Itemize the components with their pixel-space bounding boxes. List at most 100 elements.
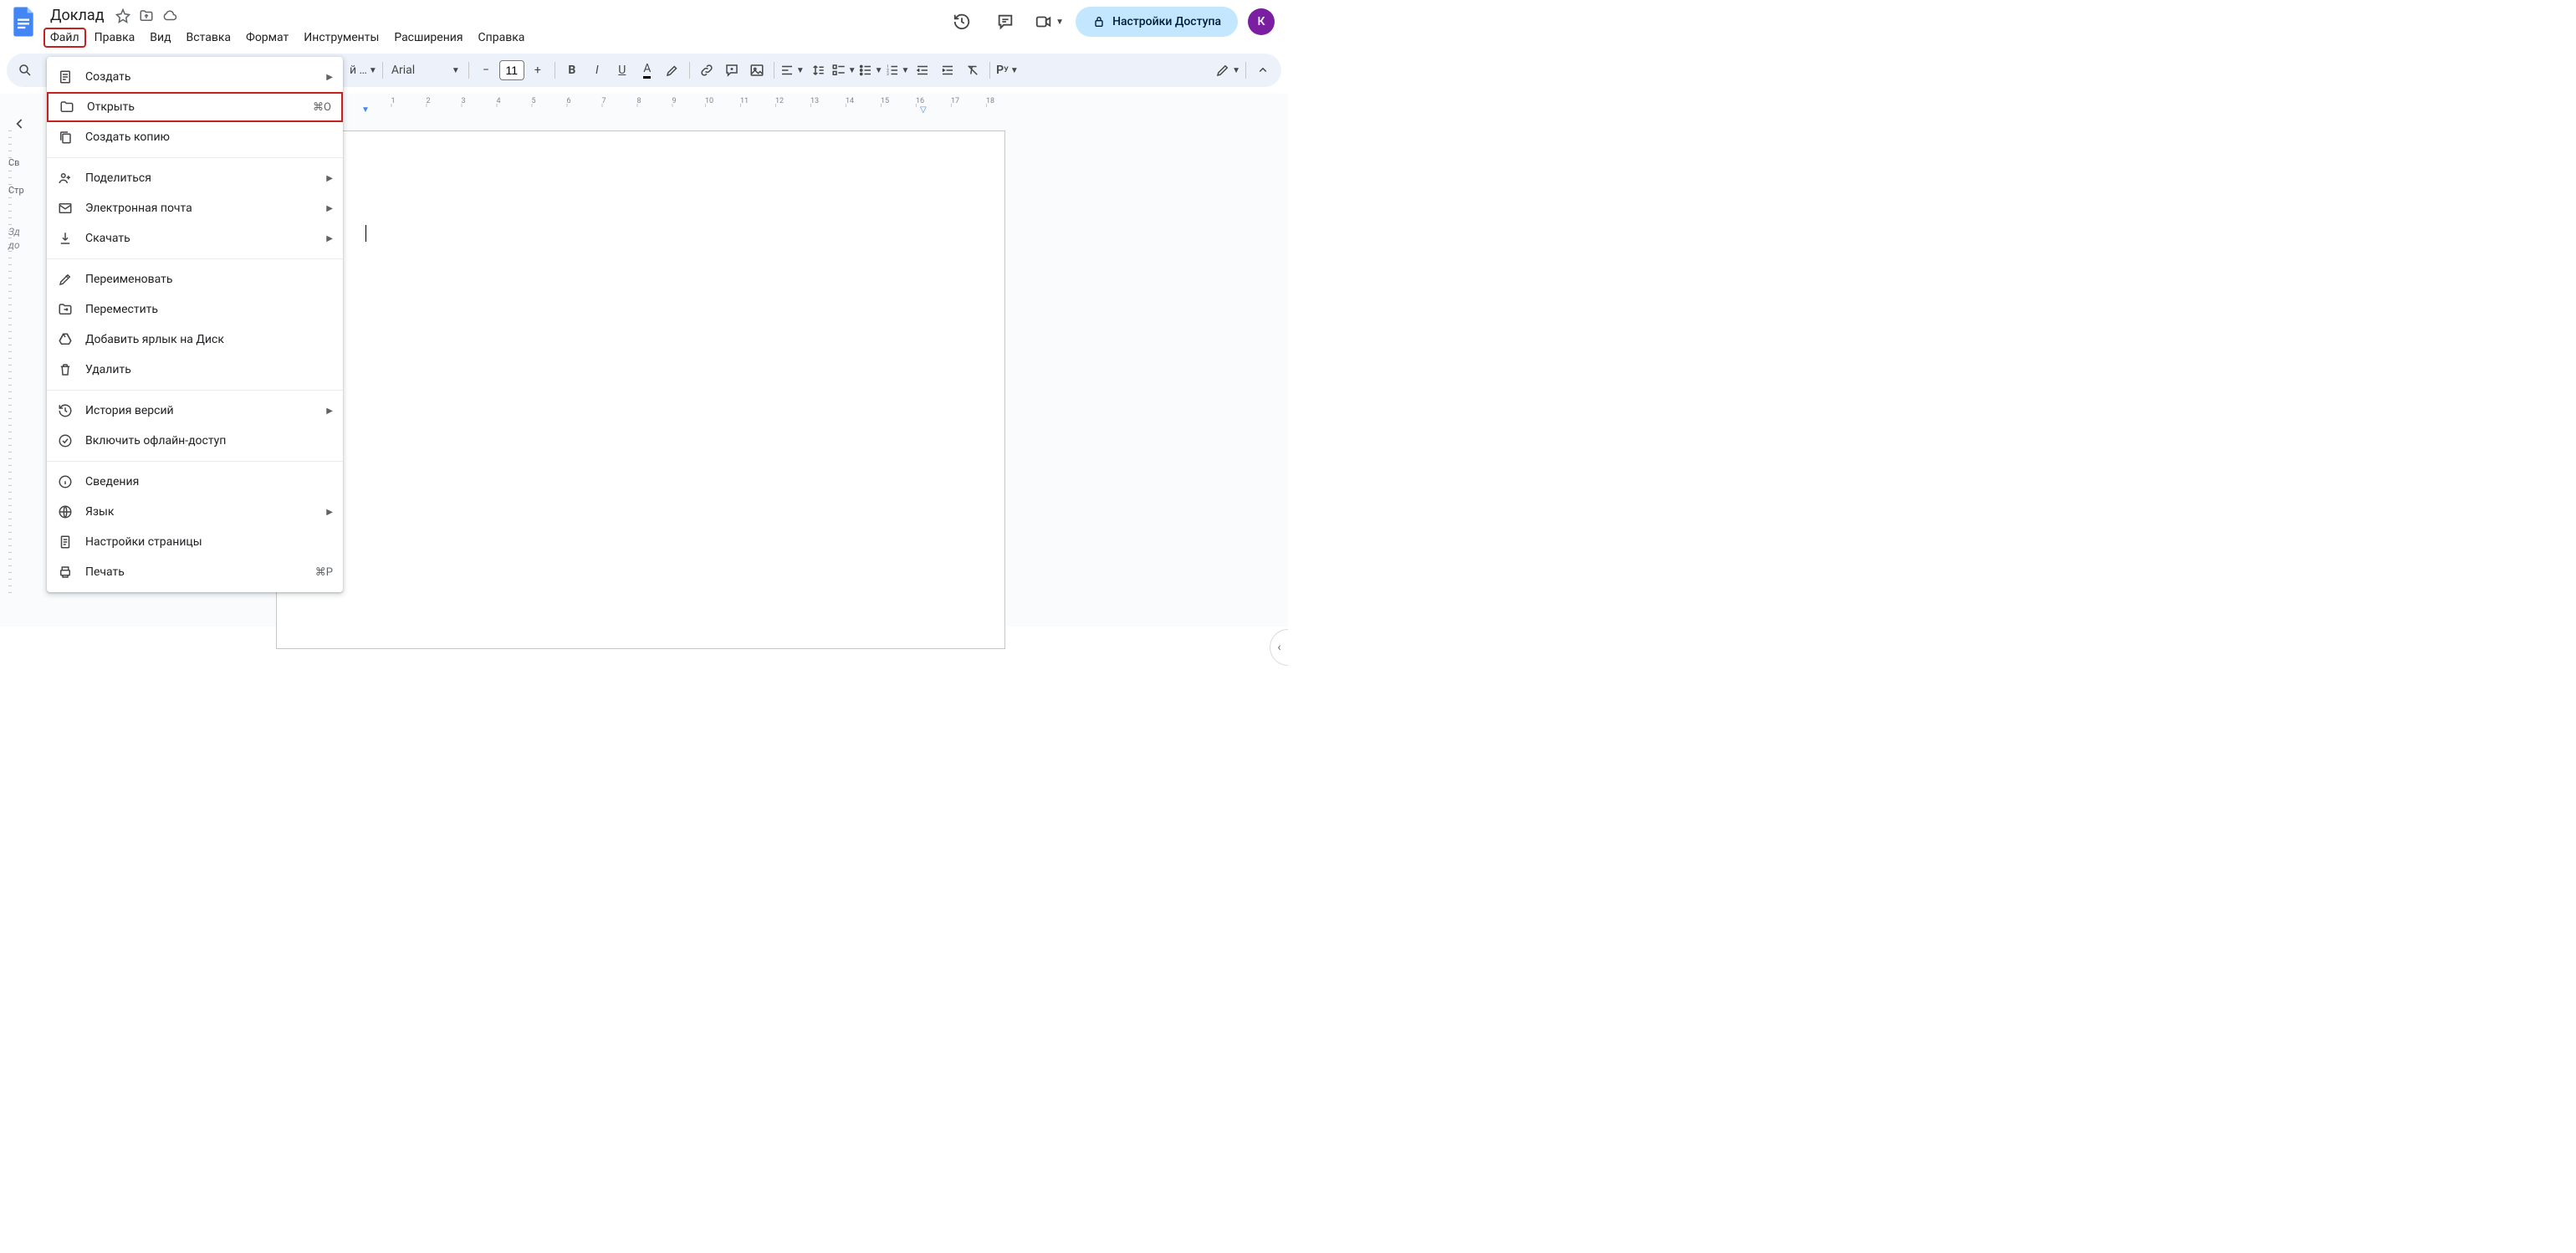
move-folder-icon[interactable]: [138, 8, 155, 24]
side-panel-toggle[interactable]: ‹: [1270, 629, 1288, 666]
menu-item-настройки-страницы[interactable]: Настройки страницы: [47, 527, 343, 557]
outline-label-2: Стр: [3, 185, 43, 196]
ruler-tick: 3: [461, 97, 465, 105]
page-icon: [57, 534, 74, 550]
menu-item-label: Открыть: [87, 100, 301, 114]
drive-icon: [57, 331, 74, 348]
menu-item-история-версий[interactable]: История версий ▶: [47, 396, 343, 426]
menu-item-сведения[interactable]: Сведения: [47, 467, 343, 497]
input-tools-button[interactable]: РУ▼: [995, 59, 1019, 82]
menu-item-создать[interactable]: Создать▶: [47, 62, 343, 92]
document-page[interactable]: [276, 130, 1005, 649]
checklist-button[interactable]: ▼: [831, 59, 856, 82]
folder-icon: [59, 99, 75, 115]
meet-icon[interactable]: ▼: [1032, 5, 1066, 38]
margin-left-indicator[interactable]: ▼: [361, 105, 370, 115]
menu-формат[interactable]: Формат: [239, 28, 295, 48]
menu-item-электронная-почта[interactable]: Электронная почта ▶: [47, 193, 343, 223]
menu-item-label: Включить офлайн-доступ: [85, 434, 333, 448]
comments-icon[interactable]: [989, 5, 1022, 38]
menu-item-переместить[interactable]: Переместить: [47, 294, 343, 325]
menu-bar: ФайлПравкаВидВставкаФорматИнструментыРас…: [43, 26, 945, 48]
outline-back-icon[interactable]: [3, 107, 37, 141]
text-cursor: [365, 225, 366, 242]
history-icon: [57, 402, 74, 419]
ruler-tick: 12: [775, 97, 784, 105]
menu-инструменты[interactable]: Инструменты: [297, 28, 386, 48]
number-list-button[interactable]: 123▼: [885, 59, 910, 82]
ruler-tick: 7: [601, 97, 606, 105]
image-button[interactable]: [745, 59, 769, 82]
menu-вид[interactable]: Вид: [143, 28, 177, 48]
ruler-tick: 11: [740, 97, 749, 105]
fontsize-decrease[interactable]: −: [474, 59, 498, 82]
outline-hint-1: Зд: [3, 226, 43, 238]
menu-вставка[interactable]: Вставка: [180, 28, 238, 48]
ruler-tick: 18: [986, 97, 994, 105]
fontsize-input[interactable]: [499, 60, 524, 80]
bold-button[interactable]: B: [560, 59, 584, 82]
fontsize-increase[interactable]: +: [526, 59, 549, 82]
chevron-right-icon: ▶: [326, 174, 333, 183]
docs-logo[interactable]: [7, 5, 40, 38]
highlight-button[interactable]: [661, 59, 684, 82]
editing-mode-button[interactable]: ▼: [1215, 59, 1240, 82]
line-spacing-button[interactable]: [806, 59, 830, 82]
styles-dropdown[interactable]: й …▼: [350, 59, 377, 82]
font-dropdown[interactable]: Arial▼: [388, 59, 463, 82]
outline-panel: Св Стр Зд до: [0, 100, 47, 602]
ruler-tick: 5: [531, 97, 535, 105]
ruler-tick: 9: [672, 97, 676, 105]
menu-item-включить-офлайн-доступ[interactable]: Включить офлайн-доступ: [47, 426, 343, 456]
print-icon: [57, 564, 74, 580]
chevron-right-icon: ▶: [326, 204, 333, 213]
search-icon[interactable]: [13, 59, 37, 82]
ruler-tick: 10: [705, 97, 713, 105]
link-button[interactable]: [695, 59, 718, 82]
menu-item-печать[interactable]: Печать⌘P: [47, 557, 343, 587]
menu-item-открыть[interactable]: Открыть⌘O: [47, 92, 343, 122]
separator: [1245, 62, 1246, 79]
align-button[interactable]: ▼: [779, 59, 805, 82]
ruler-tick: 16: [916, 97, 924, 105]
trash-icon: [57, 361, 74, 378]
italic-button[interactable]: I: [585, 59, 609, 82]
menu-item-label: Электронная почта: [85, 202, 314, 215]
menu-item-скачать[interactable]: Скачать▶: [47, 223, 343, 253]
chevron-right-icon: ▶: [326, 234, 333, 243]
ruler-tick: 8: [636, 97, 641, 105]
comment-button[interactable]: [720, 59, 744, 82]
ruler-tick: 14: [846, 97, 854, 105]
menu-item-label: История версий: [85, 404, 314, 417]
clear-format-button[interactable]: [961, 59, 984, 82]
history-icon[interactable]: [945, 5, 979, 38]
cloud-saved-icon[interactable]: [161, 8, 178, 24]
menu-item-создать-копию[interactable]: Создать копию: [47, 122, 343, 152]
avatar[interactable]: К: [1248, 8, 1275, 35]
doc-title[interactable]: Доклад: [47, 5, 108, 26]
file-menu-dropdown: Создать▶Открыть⌘OСоздать копию Поделиться…: [47, 57, 343, 592]
menu-item-поделиться[interactable]: Поделиться▶: [47, 163, 343, 193]
menu-item-язык[interactable]: Язык▶: [47, 497, 343, 527]
margin-right-indicator[interactable]: ▽: [920, 105, 927, 115]
menu-справка[interactable]: Справка: [472, 28, 532, 48]
underline-button[interactable]: U: [611, 59, 634, 82]
chevron-right-icon: ▶: [326, 407, 333, 416]
menu-правка[interactable]: Правка: [88, 28, 142, 48]
share-button[interactable]: Настройки Доступа: [1076, 7, 1238, 37]
menu-item-переименовать[interactable]: Переименовать: [47, 264, 343, 294]
menu-файл[interactable]: Файл: [43, 28, 86, 48]
menu-item-удалить[interactable]: Удалить: [47, 355, 343, 385]
collapse-toolbar-button[interactable]: [1251, 59, 1275, 82]
separator: [382, 62, 383, 79]
star-icon[interactable]: [115, 8, 131, 24]
rename-icon: [57, 271, 74, 288]
text-color-button[interactable]: A: [636, 59, 659, 82]
separator: [689, 62, 690, 79]
chevron-right-icon: ▶: [326, 508, 333, 517]
indent-decrease-button[interactable]: [911, 59, 934, 82]
menu-расширения[interactable]: Расширения: [387, 28, 469, 48]
bullet-list-button[interactable]: ▼: [858, 59, 883, 82]
indent-increase-button[interactable]: [936, 59, 959, 82]
menu-item-добавить-ярлык-на-диск[interactable]: Добавить ярлык на Диск: [47, 325, 343, 355]
